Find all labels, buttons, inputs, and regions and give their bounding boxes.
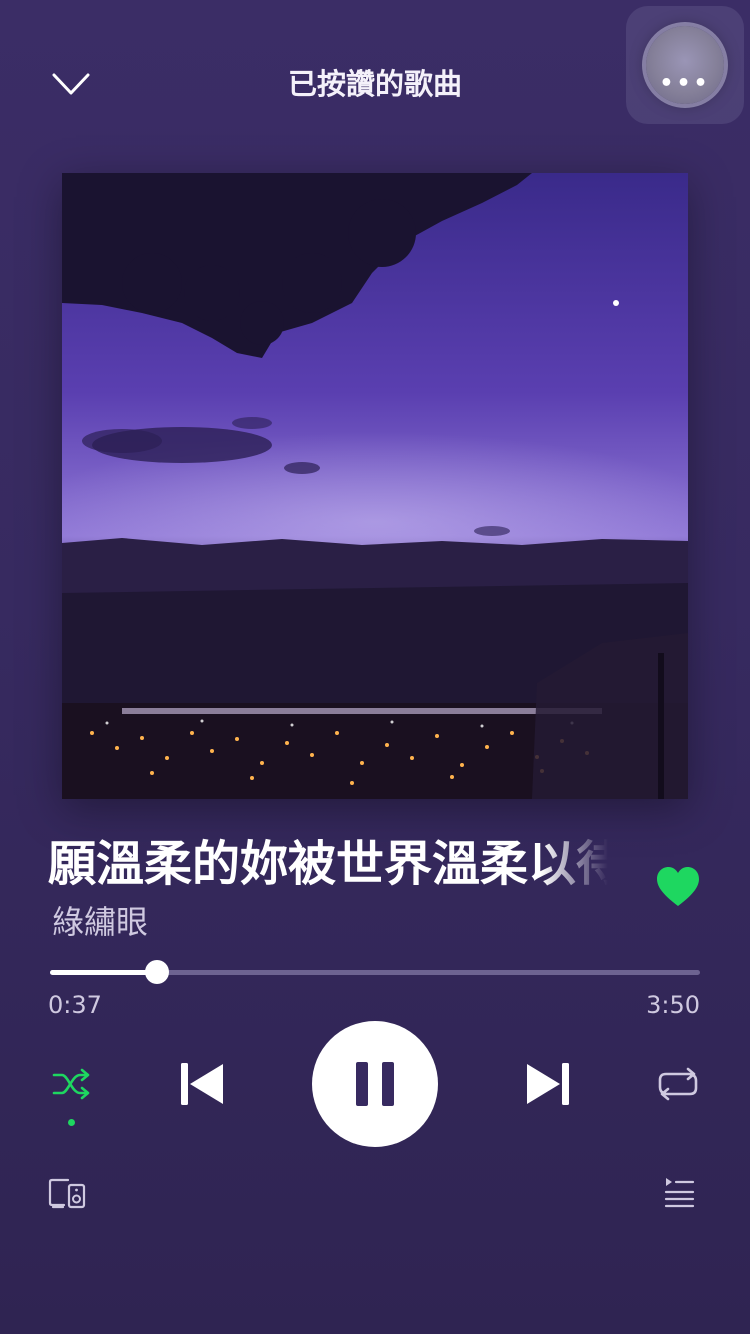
previous-button[interactable] bbox=[170, 1052, 234, 1116]
elapsed-time: 0:37 bbox=[48, 991, 102, 1019]
assistive-touch-button[interactable]: ••• bbox=[626, 6, 744, 124]
devices-icon bbox=[48, 1178, 86, 1209]
pause-icon bbox=[356, 1062, 394, 1106]
more-dots-icon: ••• bbox=[646, 26, 724, 104]
shuffle-button[interactable] bbox=[46, 1060, 98, 1108]
skip-previous-icon bbox=[181, 1063, 223, 1105]
collapse-button[interactable] bbox=[48, 62, 94, 108]
repeat-icon bbox=[658, 1067, 698, 1101]
repeat-button[interactable] bbox=[652, 1062, 704, 1106]
playlist-title: 已按讚的歌曲 bbox=[287, 67, 462, 101]
next-button[interactable] bbox=[516, 1052, 580, 1116]
progress-bar[interactable] bbox=[50, 960, 700, 984]
track-title: 願溫柔的妳被世界溫柔以待 bbox=[48, 836, 608, 892]
queue-button[interactable] bbox=[660, 1170, 698, 1214]
pause-button[interactable] bbox=[312, 1021, 438, 1147]
heart-icon bbox=[657, 867, 699, 906]
total-time: 3:50 bbox=[646, 991, 700, 1019]
shuffle-icon bbox=[52, 1068, 90, 1100]
shuffle-active-dot bbox=[68, 1119, 75, 1126]
like-button[interactable] bbox=[652, 862, 704, 912]
track-artist[interactable]: 綠繡眼 bbox=[52, 902, 148, 942]
connect-devices-button[interactable] bbox=[44, 1172, 90, 1214]
skip-next-icon bbox=[527, 1063, 569, 1105]
album-art bbox=[62, 173, 688, 799]
chevron-down-icon bbox=[52, 73, 90, 95]
progress-fill bbox=[50, 970, 158, 975]
queue-icon bbox=[664, 1178, 695, 1208]
